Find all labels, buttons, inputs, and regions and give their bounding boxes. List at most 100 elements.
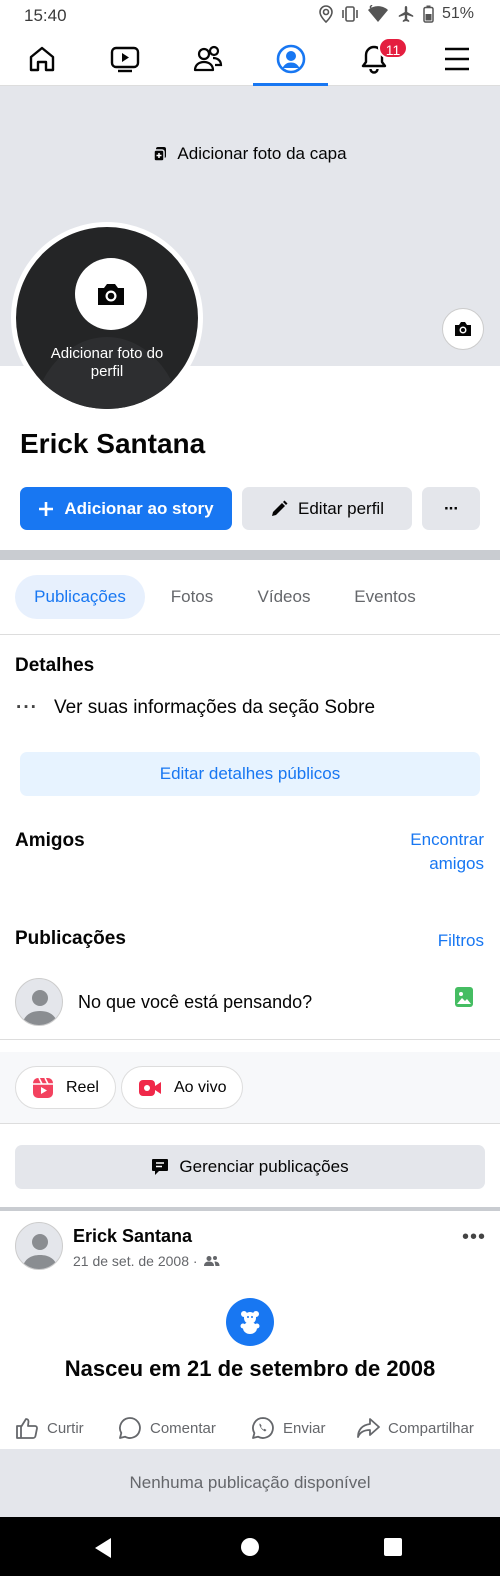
more-dots-icon: ··· [16,697,38,718]
post-composer[interactable]: No que você está pensando? [0,970,500,1040]
whatsapp-icon [252,1417,274,1439]
post-date: 21 de set. de 2008 · [73,1253,198,1269]
about-info-label: Ver suas informações da seção Sobre [53,697,376,718]
manage-posts-icon [152,1159,169,1175]
status-icons: 51% [319,5,474,23]
camera-icon [455,322,471,336]
add-cover-label: Adicionar foto da capa [177,144,347,163]
wifi-icon [367,5,388,22]
photo-icon[interactable] [454,986,474,1008]
comment-label: Comentar [150,1419,216,1437]
friends-icon [193,45,222,72]
nav-friends[interactable] [166,32,249,86]
tab-fotos[interactable]: Fotos [156,575,228,619]
profile-name: Erick Santana [20,428,206,459]
edit-public-details-button[interactable]: Editar detalhes públicos [20,752,480,796]
life-event-title: Nasceu em 21 de setembro de 2008 [64,1356,436,1381]
video-icon [110,46,139,73]
avatar-placeholder: Adicionar foto do perfil [16,227,198,409]
pencil-icon [272,500,288,516]
airplane-icon [398,6,414,22]
profile-avatar[interactable]: Adicionar foto do perfil [11,222,203,414]
reel-label: Reel [66,1078,99,1096]
system-nav-bar [0,1517,500,1576]
send-button[interactable]: Enviar [251,1408,326,1448]
more-options-button[interactable]: ··· [422,487,480,530]
hamburger-menu-icon [444,47,469,71]
section-divider [0,1207,500,1211]
add-to-story-label: Adicionar ao story [64,498,214,518]
comment-button[interactable]: Comentar [118,1408,216,1448]
home-icon [29,46,54,72]
comment-icon [119,1417,141,1439]
reel-icon [33,1077,53,1098]
add-to-story-button[interactable]: Adicionar ao story [20,487,232,530]
friends-heading: Amigos [15,830,85,851]
user-silhouette-icon [22,990,58,1025]
live-label: Ao vivo [174,1078,227,1096]
tab-videos[interactable]: Vídeos [242,575,326,619]
teddy-bear-icon [240,1311,260,1334]
like-label: Curtir [47,1419,84,1437]
share-button[interactable]: Compartilhar [356,1408,474,1448]
nav-menu[interactable] [415,32,498,86]
section-divider [0,550,500,560]
nav-home[interactable] [0,32,83,86]
battery-icon [423,5,434,23]
vibrate-icon [342,6,358,22]
live-button[interactable]: Ao vivo [121,1066,244,1109]
nav-profile[interactable] [249,32,332,86]
post-author-avatar[interactable] [15,1222,63,1270]
post-more-button[interactable]: ••• [462,1226,486,1249]
notification-badge: 11 [378,37,408,59]
status-time: 15:40 [24,6,67,25]
tab-eventos[interactable]: Eventos [340,575,430,619]
post-meta: 21 de set. de 2008 · [73,1253,220,1269]
like-icon [16,1418,38,1439]
empty-state: Nenhuma publicação disponível [0,1449,500,1517]
user-silhouette-icon [22,1234,58,1269]
edit-profile-label: Editar perfil [298,498,384,518]
user-avatar [15,978,63,1026]
send-label: Enviar [283,1419,326,1437]
add-profile-photo-label: Adicionar foto do perfil [50,345,164,380]
more-dots-icon: ··· [444,498,459,518]
create-options-row: Reel Ao vivo [0,1052,500,1124]
find-friends-link[interactable]: Encontrar amigos [374,828,484,876]
top-nav: 11 [0,32,500,86]
add-cover-photo-button[interactable]: Adicionar foto da capa [0,144,500,164]
battery-level: 51% [441,5,474,22]
tab-publicacoes[interactable]: Publicações [15,575,145,619]
edit-profile-button[interactable]: Editar perfil [242,487,412,530]
details-heading: Detalhes [15,655,95,676]
plus-icon [39,501,54,516]
back-icon[interactable] [93,1537,113,1559]
post-actions: Curtir Comentar Enviar Compartilhar [0,1408,500,1448]
life-event-icon [226,1298,274,1346]
filters-link[interactable]: Filtros [438,929,484,953]
add-profile-photo-button[interactable] [75,258,147,330]
add-photo-icon [153,147,167,162]
nav-video[interactable] [83,32,166,86]
location-icon [319,5,333,23]
manage-posts-label: Gerenciar publicações [179,1157,349,1176]
about-info-link[interactable]: ··· Ver suas informações da seção Sobre [16,697,375,719]
manage-posts-button[interactable]: Gerenciar publicações [15,1145,485,1189]
camera-icon [98,284,124,305]
cover-camera-button[interactable] [442,308,484,350]
live-video-icon [139,1079,161,1096]
profile-icon [276,44,305,74]
share-icon [357,1418,380,1438]
composer-placeholder: No que você está pensando? [78,992,313,1012]
status-bar: 15:40 51% [0,0,500,32]
post-author-name[interactable]: Erick Santana [73,1226,192,1247]
recents-icon[interactable] [383,1537,403,1557]
nav-notifications[interactable]: 11 [332,32,415,86]
profile-tabs: Publicações Fotos Vídeos Eventos [0,560,500,635]
posts-heading: Publicações [15,928,126,949]
reel-button[interactable]: Reel [15,1066,116,1109]
like-button[interactable]: Curtir [15,1408,84,1448]
home-nav-icon[interactable] [240,1537,260,1557]
share-label: Compartilhar [388,1419,474,1437]
friends-audience-icon [203,1256,220,1266]
